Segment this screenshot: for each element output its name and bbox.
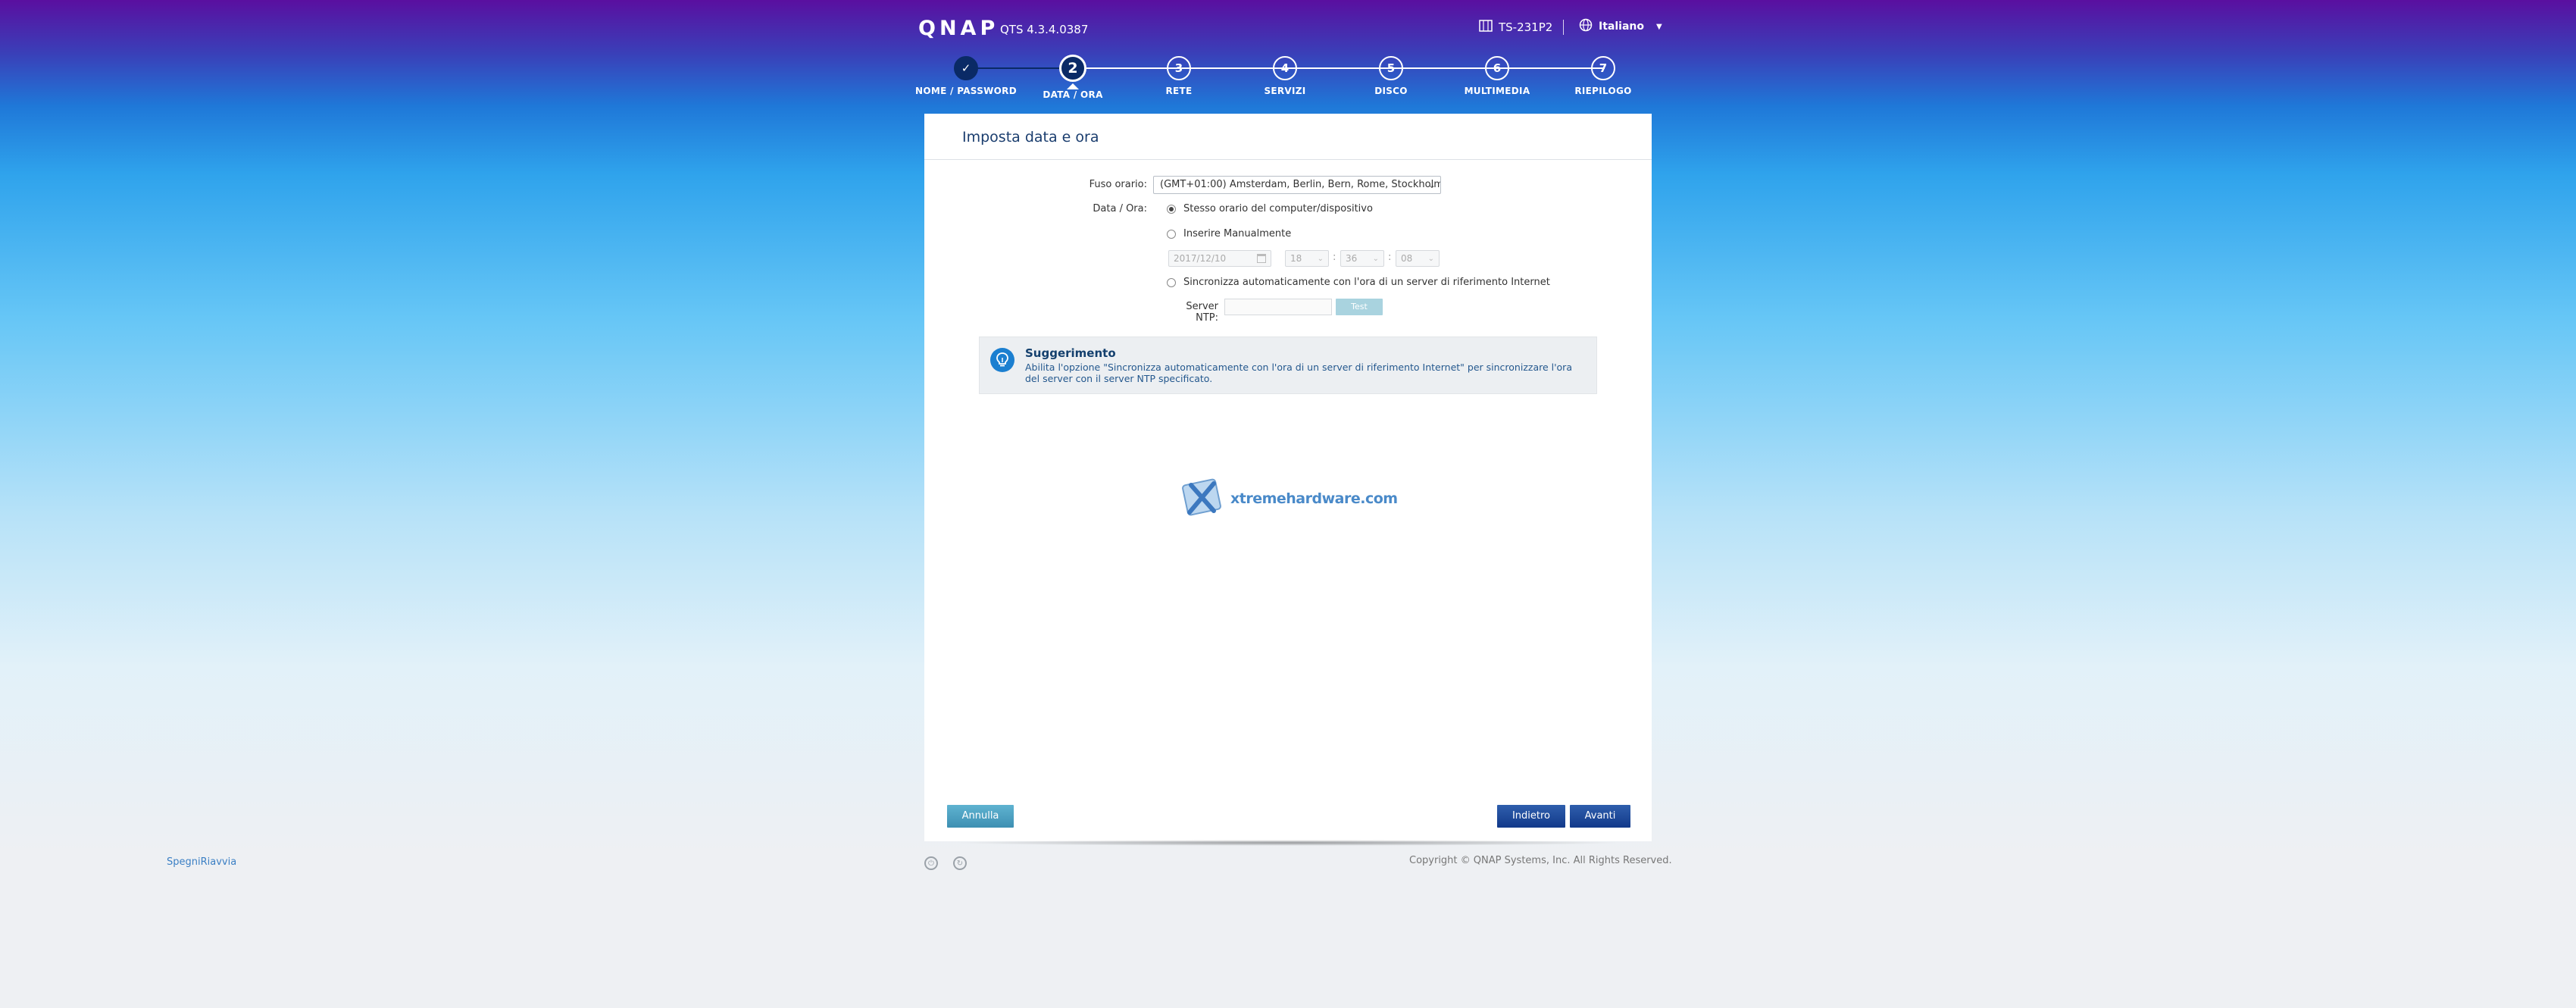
chevron-down-icon: ⌄ (1372, 255, 1379, 263)
panel-shadow (952, 840, 1624, 846)
chevron-down-icon: ⌄ (1427, 255, 1434, 263)
tip-title: Suggerimento (1025, 346, 1116, 360)
manual-hour-select[interactable]: 18 ⌄ (1285, 250, 1329, 267)
datetime-label: Data / Ora: (1093, 203, 1147, 214)
page-title: Imposta data e ora (962, 129, 1099, 146)
test-button[interactable]: Test (1336, 299, 1383, 315)
cancel-button[interactable]: Annulla (947, 805, 1014, 828)
timezone-select[interactable]: (GMT+01:00) Amsterdam, Berlin, Bern, Rom… (1153, 176, 1441, 194)
watermark: xtremehardware.com (1179, 477, 1398, 520)
chevron-down-icon: ▼ (1655, 22, 1662, 31)
header-divider (1563, 20, 1564, 35)
tip-text: Abilita l'opzione "Sincronizza automatic… (1025, 362, 1572, 384)
lightbulb-icon (990, 348, 1014, 372)
radio-sync[interactable] (1167, 277, 1176, 287)
time-separator: : (1388, 252, 1392, 263)
nas-device-icon (1479, 20, 1493, 35)
timezone-label: Fuso orario: (1089, 179, 1147, 190)
language-label: Italiano (1599, 20, 1644, 33)
copyright-text: Copyright © QNAP Systems, Inc. All Right… (1409, 855, 1672, 866)
radio-same-time[interactable] (1167, 204, 1176, 214)
language-selector[interactable]: Italiano ▼ (1579, 18, 1662, 35)
step-disco[interactable]: 5 DISCO (1334, 55, 1448, 96)
calendar-icon (1257, 254, 1266, 263)
radio-manual[interactable] (1167, 229, 1176, 239)
tip-box: Suggerimento Abilita l'opzione "Sincroni… (979, 337, 1597, 394)
power-restart-link[interactable]: SpegniRiavvia (167, 856, 236, 868)
chevron-down-icon: ⌄ (1317, 255, 1324, 263)
option-same-time[interactable]: Stesso orario del computer/dispositivo (1167, 203, 1373, 214)
ntp-label: Server NTP: (1186, 301, 1218, 324)
option-same-time-label: Stesso orario del computer/dispositivo (1183, 203, 1373, 214)
top-header: QNAP QTS 4.3.4.0387 TS-231P2 Italiano ▼ (918, 0, 1662, 58)
x-logo-icon (1179, 477, 1226, 520)
wizard-panel: Imposta data e ora Fuso orario: (GMT+01:… (924, 114, 1652, 841)
option-manual[interactable]: Inserire Manualmente (1167, 228, 1291, 239)
device-name: TS-231P2 (1499, 20, 1553, 34)
title-divider (924, 159, 1652, 160)
option-sync-label: Sincronizza automaticamente con l'ora di… (1183, 277, 1550, 288)
ntp-server-input[interactable] (1224, 299, 1332, 315)
step-servizi[interactable]: 4 SERVIZI (1228, 55, 1342, 96)
restart-icon[interactable]: ↻ (953, 856, 967, 870)
time-separator: : (1333, 252, 1336, 263)
option-sync[interactable]: Sincronizza automaticamente con l'ora di… (1167, 277, 1550, 288)
chevron-down-icon: ⌄ (1427, 180, 1436, 190)
option-manual-label: Inserire Manualmente (1183, 228, 1292, 239)
current-step-pointer (1067, 83, 1079, 89)
back-button[interactable]: Indietro (1497, 805, 1565, 828)
step-riepilogo[interactable]: 7 RIEPILOGO (1546, 55, 1660, 96)
next-button[interactable]: Avanti (1570, 805, 1630, 828)
device-indicator: TS-231P2 (1479, 20, 1552, 35)
step-multimedia[interactable]: 6 MULTIMEDIA (1440, 55, 1554, 96)
manual-minute-select[interactable]: 36 ⌄ (1340, 250, 1384, 267)
qts-version: QTS 4.3.4.0387 (1000, 23, 1089, 36)
qnap-logo: QNAP (918, 17, 999, 40)
manual-second-select[interactable]: 08 ⌄ (1396, 250, 1440, 267)
check-icon: ✓ (954, 56, 978, 80)
step-data-ora[interactable]: 2 DATA / ORA (1016, 55, 1130, 100)
step-nome-password[interactable]: ✓ NOME / PASSWORD (909, 55, 1023, 96)
globe-icon (1579, 18, 1593, 35)
manual-date-field[interactable]: 2017/12/10 (1168, 250, 1271, 267)
step-rete[interactable]: 3 RETE (1122, 55, 1236, 96)
setup-stepper: ✓ NOME / PASSWORD 2 DATA / ORA 3 RETE 4 … (915, 55, 1653, 115)
watermark-text: xtremehardware.com (1230, 490, 1398, 507)
power-icon[interactable]: ⏻ (924, 856, 938, 870)
timezone-value: (GMT+01:00) Amsterdam, Berlin, Bern, Rom… (1160, 179, 1441, 190)
